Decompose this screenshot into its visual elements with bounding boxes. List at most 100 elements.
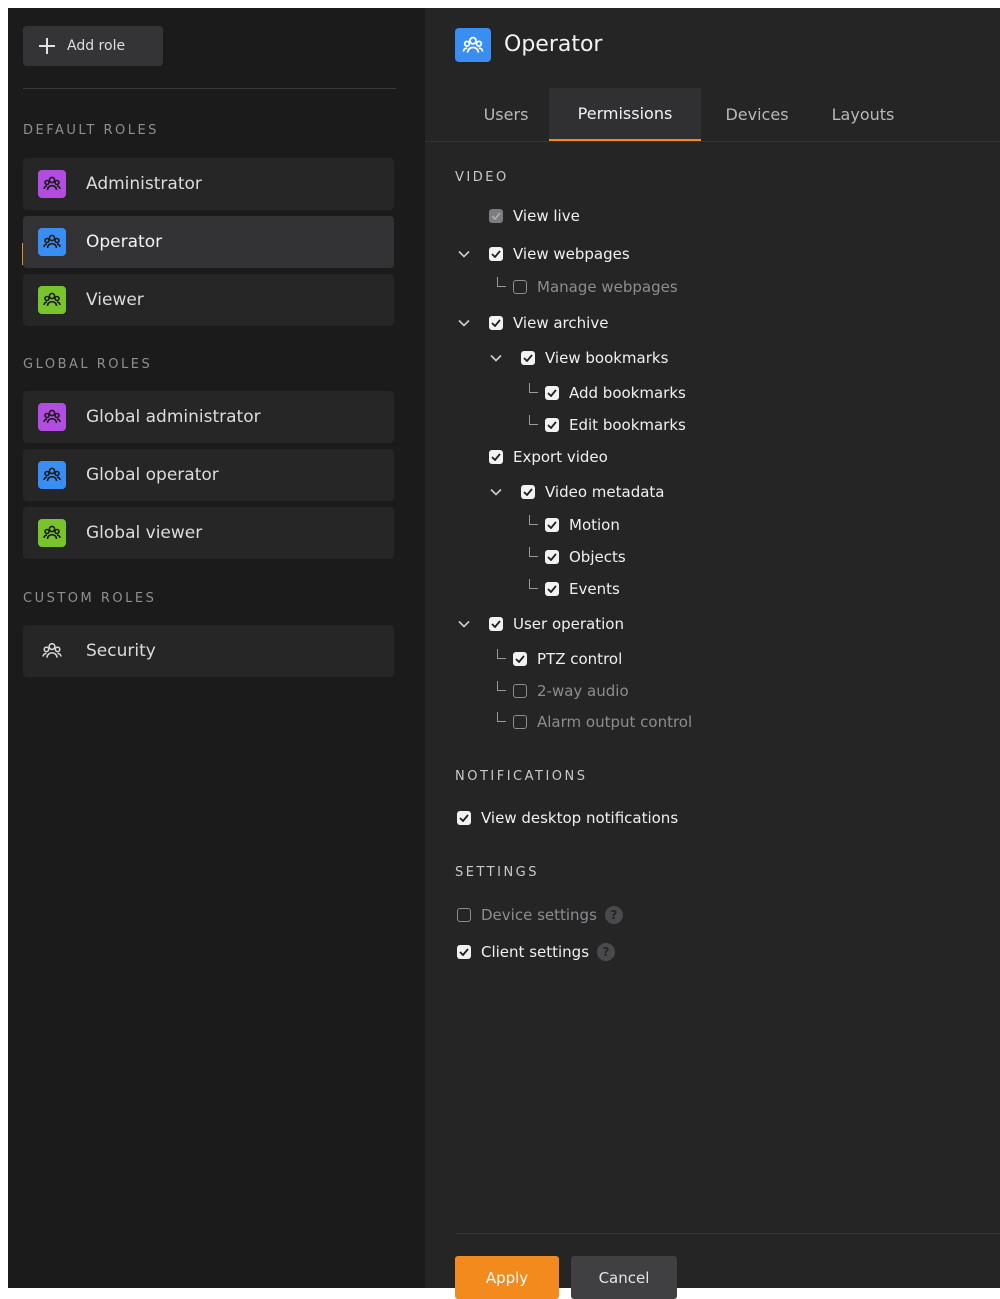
checkbox[interactable] bbox=[457, 908, 471, 922]
checkbox[interactable] bbox=[457, 945, 471, 959]
checkbox[interactable] bbox=[513, 280, 527, 294]
checkbox[interactable] bbox=[489, 316, 503, 330]
checkbox[interactable] bbox=[521, 485, 535, 499]
users-group-icon bbox=[38, 461, 66, 489]
group-title-notifications: NOTIFICATIONS bbox=[455, 769, 588, 784]
perm-client-settings[interactable]: Client settings ? bbox=[457, 940, 616, 964]
role-item-administrator[interactable]: Administrator bbox=[23, 158, 394, 210]
checkbox[interactable] bbox=[513, 652, 527, 666]
checkbox[interactable] bbox=[545, 386, 559, 400]
perm-label: Add bookmarks bbox=[569, 384, 686, 402]
perm-alarm-output-control[interactable]: Alarm output control bbox=[513, 710, 692, 734]
users-group-icon bbox=[38, 286, 66, 314]
checkbox[interactable] bbox=[489, 247, 503, 261]
checkbox[interactable] bbox=[545, 550, 559, 564]
perm-label: View live bbox=[513, 207, 580, 225]
apply-button[interactable]: Apply bbox=[455, 1256, 559, 1299]
add-role-button[interactable]: Add role bbox=[23, 26, 163, 66]
perm-edit-bookmarks[interactable]: Edit bookmarks bbox=[545, 413, 686, 437]
chevron-down-icon[interactable] bbox=[489, 351, 503, 365]
users-group-icon bbox=[38, 519, 66, 547]
role-label: Operator bbox=[86, 232, 163, 252]
checkbox[interactable] bbox=[545, 582, 559, 596]
checkbox[interactable] bbox=[489, 450, 503, 464]
perm-view-live: View live bbox=[489, 204, 580, 228]
checkbox[interactable] bbox=[545, 418, 559, 432]
perm-label: PTZ control bbox=[537, 650, 623, 668]
chevron-down-icon[interactable] bbox=[457, 247, 471, 261]
tree-branch bbox=[529, 383, 538, 393]
tree-branch bbox=[497, 681, 506, 691]
help-icon[interactable]: ? bbox=[604, 906, 623, 924]
perm-label: Alarm output control bbox=[537, 713, 693, 731]
role-item-global-operator[interactable]: Global operator bbox=[23, 449, 394, 501]
tab-permissions[interactable]: Permissions bbox=[549, 88, 701, 141]
tree-branch bbox=[497, 277, 506, 287]
perm-device-settings[interactable]: Device settings ? bbox=[457, 903, 623, 927]
checkbox[interactable] bbox=[513, 684, 527, 698]
perm-label: View bookmarks bbox=[545, 349, 669, 367]
perm-motion[interactable]: Motion bbox=[545, 513, 620, 537]
perm-view-webpages[interactable]: View webpages bbox=[489, 242, 630, 266]
tree-branch bbox=[529, 579, 538, 589]
users-group-icon bbox=[38, 403, 66, 431]
role-label: Global operator bbox=[86, 465, 219, 485]
tab-layouts[interactable]: Layouts bbox=[813, 88, 913, 140]
help-icon[interactable]: ? bbox=[597, 943, 616, 961]
users-group-icon bbox=[455, 28, 491, 62]
perm-label: Video metadata bbox=[545, 483, 665, 501]
tab-devices[interactable]: Devices bbox=[711, 88, 803, 140]
perm-label: Export video bbox=[513, 448, 608, 466]
perm-objects[interactable]: Objects bbox=[545, 545, 626, 569]
tree-branch bbox=[529, 547, 538, 557]
perm-user-operation[interactable]: User operation bbox=[489, 612, 624, 636]
role-label: Global viewer bbox=[86, 523, 203, 543]
role-item-security[interactable]: Security bbox=[23, 625, 394, 677]
checkbox[interactable] bbox=[545, 518, 559, 532]
perm-label: Client settings bbox=[481, 943, 590, 961]
perm-label: Manage webpages bbox=[537, 278, 678, 296]
perm-label: Objects bbox=[569, 548, 626, 566]
cancel-button[interactable]: Cancel bbox=[571, 1256, 677, 1299]
section-title-global-roles: GLOBAL ROLES bbox=[23, 357, 153, 372]
page-title: Operator bbox=[504, 32, 603, 57]
perm-add-bookmarks[interactable]: Add bookmarks bbox=[545, 381, 686, 405]
section-title-custom-roles: CUSTOM ROLES bbox=[23, 591, 157, 606]
checkbox[interactable] bbox=[513, 715, 527, 729]
perm-view-desktop-notifications[interactable]: View desktop notifications bbox=[457, 806, 678, 830]
perm-2-way-audio[interactable]: 2-way audio bbox=[513, 679, 629, 703]
checkbox[interactable] bbox=[521, 351, 535, 365]
perm-video-metadata[interactable]: Video metadata bbox=[521, 480, 665, 504]
checkbox[interactable] bbox=[489, 617, 503, 631]
perm-label: Motion bbox=[569, 516, 620, 534]
perm-label: Edit bookmarks bbox=[569, 416, 686, 434]
perm-events[interactable]: Events bbox=[545, 577, 620, 601]
divider bbox=[23, 88, 396, 89]
role-label: Security bbox=[86, 641, 156, 661]
perm-manage-webpages[interactable]: Manage webpages bbox=[513, 275, 678, 299]
perm-export-video[interactable]: Export video bbox=[489, 445, 608, 469]
chevron-down-icon[interactable] bbox=[489, 485, 503, 499]
role-item-viewer[interactable]: Viewer bbox=[23, 274, 394, 326]
tree-branch bbox=[529, 515, 538, 525]
group-title-settings: SETTINGS bbox=[455, 865, 540, 880]
perm-view-bookmarks[interactable]: View bookmarks bbox=[521, 346, 668, 370]
perm-ptz-control[interactable]: PTZ control bbox=[513, 647, 622, 671]
perm-label: Device settings bbox=[481, 906, 597, 924]
footer-divider bbox=[455, 1233, 1000, 1234]
chevron-down-icon[interactable] bbox=[457, 617, 471, 631]
add-role-label: Add role bbox=[67, 38, 126, 54]
perm-label: View webpages bbox=[513, 245, 630, 263]
role-item-global-viewer[interactable]: Global viewer bbox=[23, 507, 394, 559]
perm-view-archive[interactable]: View archive bbox=[489, 311, 608, 335]
plus-icon bbox=[37, 36, 57, 56]
role-item-global-administrator[interactable]: Global administrator bbox=[23, 391, 394, 443]
tab-users[interactable]: Users bbox=[467, 88, 545, 140]
chevron-down-icon[interactable] bbox=[457, 316, 471, 330]
roles-sidebar: Add role DEFAULT ROLES Administrator Ope… bbox=[8, 8, 425, 1288]
role-label: Viewer bbox=[86, 290, 144, 310]
checkbox[interactable] bbox=[457, 811, 471, 825]
perm-label: User operation bbox=[513, 615, 624, 633]
role-label: Administrator bbox=[86, 174, 202, 194]
role-item-operator[interactable]: Operator bbox=[23, 216, 394, 268]
